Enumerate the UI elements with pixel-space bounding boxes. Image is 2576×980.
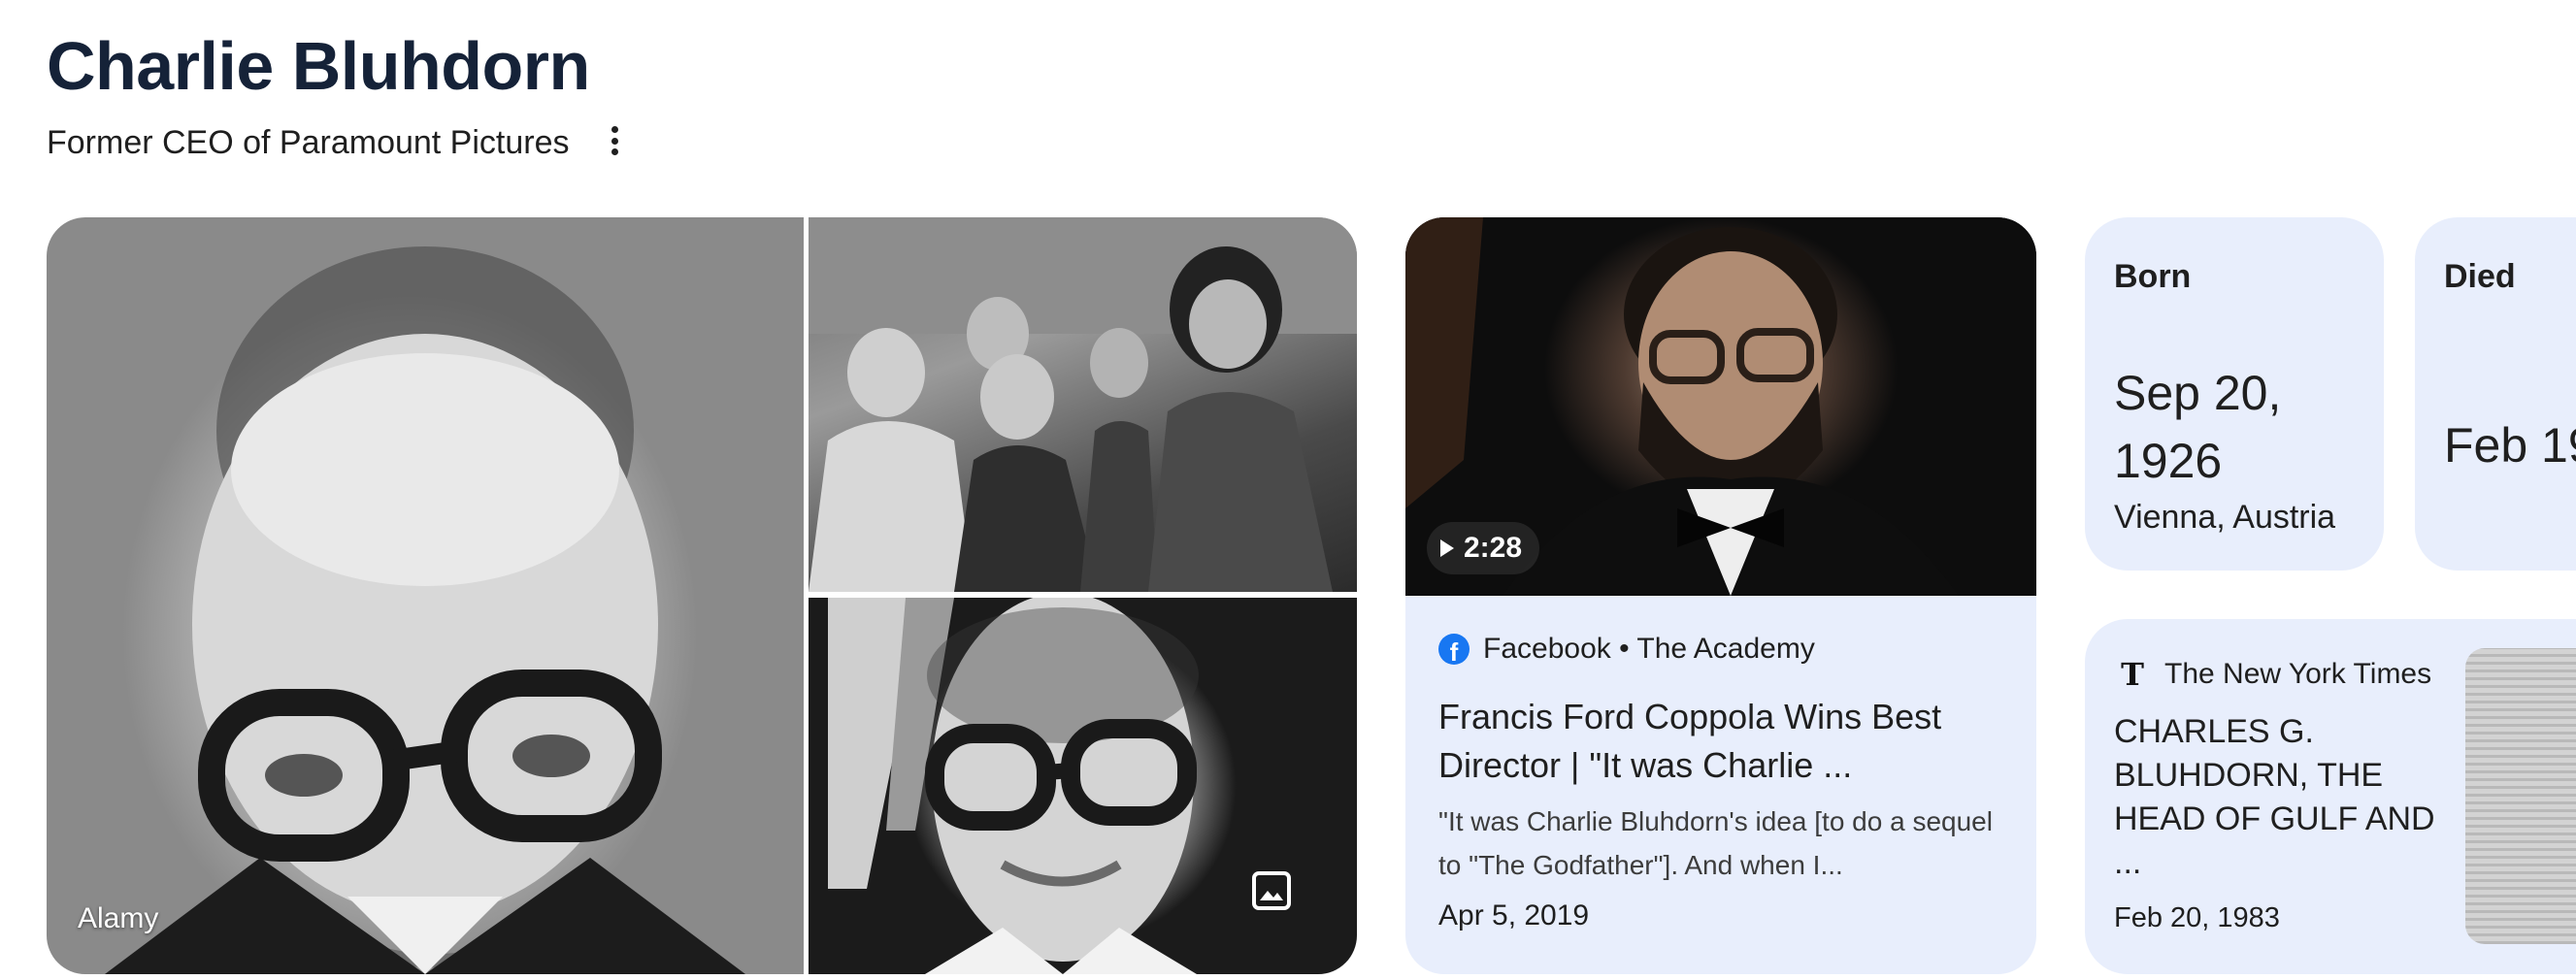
- news-title-link[interactable]: CHARLES G. BLUHDORN, THE HEAD OF GULF AN…: [2114, 710, 2444, 885]
- portrait-image[interactable]: [47, 217, 804, 974]
- video-platform: Facebook: [1483, 633, 1611, 665]
- born-label: Born: [2114, 258, 2192, 295]
- born-date: Sep 20, 1926: [2114, 366, 2282, 488]
- news-date: Feb 20, 1983: [2114, 902, 2280, 933]
- news-source-name: The New York Times: [2164, 658, 2432, 690]
- newspaper-thumbnail[interactable]: [2465, 648, 2576, 944]
- news-source: T The New York Times: [2118, 658, 2431, 691]
- group-photo-image[interactable]: [809, 217, 1357, 592]
- page-subtitle: Former CEO of Paramount Pictures: [47, 124, 570, 161]
- video-card[interactable]: 2:28 f Facebook • The Academy Francis Fo…: [1405, 217, 2036, 974]
- image-gallery-icon[interactable]: [1250, 869, 1293, 912]
- died-label: Died: [2444, 258, 2516, 295]
- new-york-times-icon: T: [2121, 656, 2144, 693]
- more-options-icon[interactable]: [602, 124, 627, 157]
- video-duration: 2:28: [1464, 532, 1523, 564]
- closeup-illustration: [828, 598, 1199, 974]
- page-title: Charlie Bluhdorn: [47, 28, 590, 104]
- image-credit: Alamy: [78, 902, 159, 934]
- facebook-icon: f: [1438, 634, 1470, 665]
- news-card[interactable]: T The New York Times CHARLES G. BLUHDORN…: [2085, 619, 2576, 974]
- video-thumbnail[interactable]: 2:28: [1405, 217, 2036, 596]
- source-separator: •: [1619, 633, 1630, 665]
- closeup-photo-image[interactable]: [809, 598, 1357, 974]
- group-photo-illustration: [809, 217, 1357, 592]
- born-place: Vienna, Austria: [2114, 499, 2336, 536]
- died-fact-card[interactable]: Died Feb 19, 1983: [2415, 217, 2576, 571]
- video-channel: The Academy: [1636, 633, 1815, 665]
- video-source: f Facebook • The Academy: [1438, 633, 1815, 666]
- play-icon: [1440, 539, 1454, 557]
- died-date: Feb 19, 1983: [2444, 418, 2576, 473]
- born-fact-card[interactable]: Born Sep 20, 1926 Vienna, Austria: [2085, 217, 2384, 571]
- video-snippet: "It was Charlie Bluhdorn's idea [to do a…: [1438, 806, 1993, 880]
- video-title-link[interactable]: Francis Ford Coppola Wins Best Director …: [1438, 693, 2011, 790]
- portrait-illustration: [105, 246, 745, 974]
- video-duration-badge[interactable]: 2:28: [1427, 522, 1540, 574]
- video-date: Apr 5, 2019: [1438, 899, 1590, 931]
